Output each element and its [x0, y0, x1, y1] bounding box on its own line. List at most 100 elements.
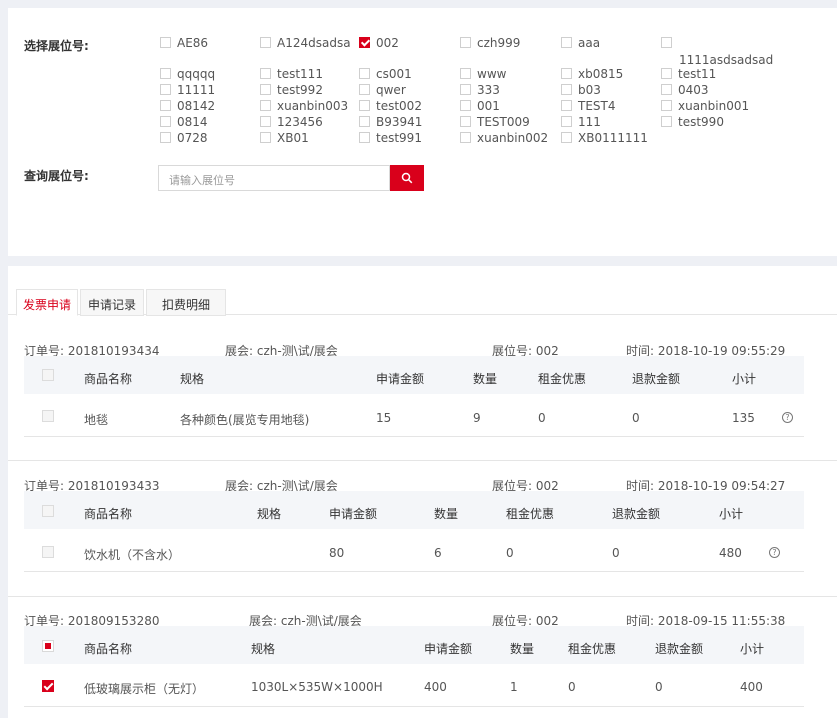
booth-label: xb0815 [578, 67, 624, 81]
help-icon[interactable]: ? [782, 412, 793, 423]
booth-checkbox[interactable]: 0728 [160, 132, 208, 144]
checkbox-box[interactable] [260, 68, 271, 79]
checkbox-box[interactable] [661, 100, 672, 111]
checkbox-box[interactable] [661, 84, 672, 95]
booth-checkbox[interactable]: 0814 [160, 116, 208, 128]
col-spec: 规格 [251, 642, 276, 656]
checkbox-box[interactable] [460, 100, 471, 111]
booth-checkbox-002[interactable]: 002 [359, 37, 399, 49]
checkbox-box[interactable] [160, 116, 171, 127]
select-all-checkbox[interactable] [42, 505, 54, 517]
checkbox-box[interactable] [160, 132, 171, 143]
row-checkbox[interactable] [42, 546, 54, 558]
booth-checkbox[interactable]: test11 [661, 68, 716, 80]
search-button[interactable] [390, 165, 424, 191]
booth-checkbox-ae86[interactable]: AE86 [160, 37, 208, 49]
checkbox-box[interactable] [661, 37, 672, 48]
checkbox-box[interactable] [359, 116, 370, 127]
checkbox-box[interactable] [561, 68, 572, 79]
checkbox-box[interactable] [460, 68, 471, 79]
booth-checkbox[interactable]: test111 [260, 68, 323, 80]
checkbox-box[interactable] [661, 116, 672, 127]
cell-subtotal: 480 [719, 546, 742, 560]
checkbox-box[interactable] [260, 116, 271, 127]
checkbox-box[interactable] [160, 37, 171, 48]
help-icon[interactable]: ? [769, 547, 780, 558]
checkbox-box[interactable] [460, 116, 471, 127]
booth-label: 0814 [177, 115, 208, 129]
checkbox-box[interactable] [160, 68, 171, 79]
booth-checkbox[interactable]: 001 [460, 100, 500, 112]
select-all-checkbox[interactable] [42, 640, 54, 652]
checkbox-box[interactable] [359, 84, 370, 95]
booth-checkbox-1111asdsadsad[interactable]: 1111asdsadsad [661, 37, 773, 66]
booth-checkbox[interactable]: 08142 [160, 100, 215, 112]
booth-checkbox-aaa[interactable]: aaa [561, 37, 600, 49]
booth-checkbox[interactable]: XB01 [260, 132, 309, 144]
booth-label: test992 [277, 83, 323, 97]
tab-invoice-apply[interactable]: 发票申请 [16, 289, 78, 316]
checkbox-box[interactable] [260, 100, 271, 111]
booth-checkbox[interactable]: xuanbin002 [460, 132, 548, 144]
row-divider [24, 706, 804, 707]
booth-search-input[interactable]: 请输入展位号 [158, 165, 390, 191]
checkbox-box-checked[interactable] [359, 37, 370, 48]
col-amount: 申请金额 [329, 507, 378, 521]
checkbox-box[interactable] [561, 132, 572, 143]
checkbox-box[interactable] [561, 37, 572, 48]
booth-checkbox[interactable]: XB0111111 [561, 132, 648, 144]
booth-checkbox[interactable]: xb0815 [561, 68, 623, 80]
booth-checkbox[interactable]: TEST4 [561, 100, 616, 112]
checkbox-box[interactable] [359, 100, 370, 111]
checkbox-box[interactable] [561, 116, 572, 127]
booth-checkbox[interactable]: b03 [561, 84, 601, 96]
booth-label: czh999 [477, 36, 521, 50]
order-separator [8, 460, 837, 461]
checkbox-box[interactable] [260, 132, 271, 143]
booth-checkbox[interactable]: 111 [561, 116, 601, 128]
checkbox-box[interactable] [260, 84, 271, 95]
booth-checkbox[interactable]: xuanbin001 [661, 100, 749, 112]
booth-checkbox[interactable]: 123456 [260, 116, 323, 128]
booth-label: XB01 [277, 131, 309, 145]
booth-checkbox[interactable]: www [460, 68, 506, 80]
booth-checkbox[interactable]: TEST009 [460, 116, 530, 128]
row-checkbox-checked[interactable] [42, 680, 54, 692]
tab-fee-details[interactable]: 扣费明细 [146, 289, 226, 316]
booth-checkbox[interactable]: B93941 [359, 116, 422, 128]
checkbox-box[interactable] [460, 132, 471, 143]
checkbox-box[interactable] [561, 84, 572, 95]
checkbox-box[interactable] [460, 84, 471, 95]
col-rent-discount: 租金优惠 [506, 507, 555, 521]
checkbox-box[interactable] [460, 37, 471, 48]
booth-checkbox[interactable]: test991 [359, 132, 422, 144]
booth-checkbox[interactable]: 11111 [160, 84, 215, 96]
checkbox-box[interactable] [661, 68, 672, 79]
booth-label: xuanbin003 [277, 99, 349, 113]
booth-checkbox[interactable]: test990 [661, 116, 724, 128]
checkbox-box[interactable] [359, 68, 370, 79]
booth-label: 123456 [277, 115, 323, 129]
booth-checkbox[interactable]: test992 [260, 84, 323, 96]
checkbox-box[interactable] [260, 37, 271, 48]
tab-apply-records[interactable]: 申请记录 [80, 289, 144, 316]
booth-label: test11 [678, 67, 717, 81]
booth-label: B93941 [376, 115, 423, 129]
checkbox-box[interactable] [160, 100, 171, 111]
select-all-checkbox[interactable] [42, 369, 54, 381]
checkbox-box[interactable] [561, 100, 572, 111]
booth-checkbox-a124dsadsa[interactable]: A124dsadsa [260, 37, 351, 49]
booth-checkbox[interactable]: 0403 [661, 84, 709, 96]
booth-checkbox[interactable]: 333 [460, 84, 500, 96]
booth-checkbox[interactable]: xuanbin003 [260, 100, 348, 112]
booth-checkbox[interactable]: qwer [359, 84, 406, 96]
table-header [24, 491, 804, 529]
booth-checkbox[interactable]: test002 [359, 100, 422, 112]
checkbox-box[interactable] [160, 84, 171, 95]
booth-checkbox[interactable]: qqqqq [160, 68, 215, 80]
row-checkbox[interactable] [42, 410, 54, 422]
booth-checkbox-czh999[interactable]: czh999 [460, 37, 520, 49]
booth-checkbox[interactable]: cs001 [359, 68, 412, 80]
checkbox-box[interactable] [359, 132, 370, 143]
row-divider [24, 571, 804, 572]
